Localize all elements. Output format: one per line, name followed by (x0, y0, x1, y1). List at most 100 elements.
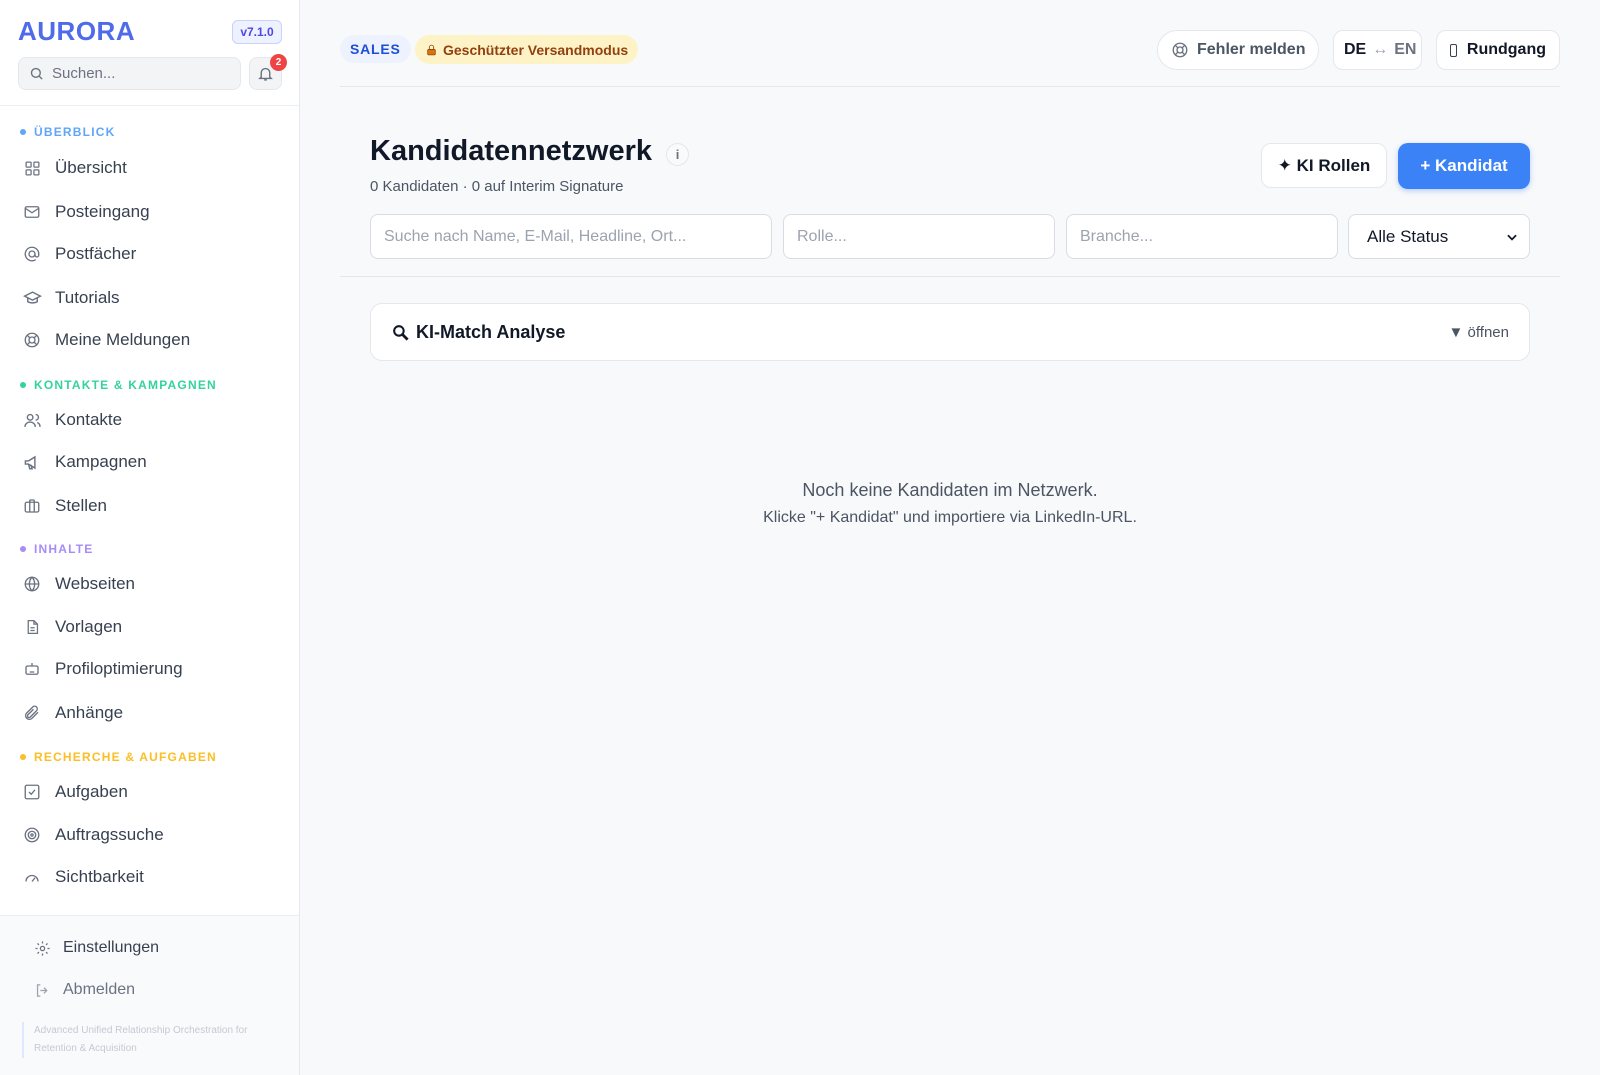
checkbox-icon (22, 782, 42, 802)
search-placeholder: Suchen... (52, 65, 116, 82)
ai-match-panel-toggle[interactable]: ▼ öffnen (1449, 324, 1509, 341)
sidebar-item-postfaecher[interactable]: Postfächer (22, 237, 282, 271)
app-logo[interactable]: AURORA (18, 16, 135, 47)
magnifier-icon (393, 324, 409, 341)
mail-icon (22, 202, 42, 222)
sidebar-item-label: Posteingang (55, 202, 150, 221)
target-icon (22, 825, 42, 845)
sidebar-item-label: Meine Meldungen (55, 330, 191, 349)
notification-count-badge: 2 (270, 54, 287, 71)
sidebar-item-anhaenge[interactable]: Anhänge (22, 696, 282, 730)
version-badge: v7.1.0 (232, 20, 282, 44)
sidebar-item-label: Kampagnen (55, 452, 147, 471)
empty-state: Noch keine Kandidaten im Netzwerk. Klick… (370, 480, 1530, 527)
document-icon (22, 617, 42, 637)
tour-button[interactable]: Rundgang (1436, 30, 1560, 70)
sidebar-item-tutorials[interactable]: Tutorials (22, 281, 282, 315)
ai-match-panel-title: KI-Match Analyse (416, 321, 566, 342)
role-filter-input[interactable]: Rolle... (783, 214, 1055, 259)
logout-icon (36, 983, 48, 997)
sidebar-item-uebersicht[interactable]: Übersicht (22, 151, 282, 185)
section-dot (20, 754, 26, 760)
lifebuoy-icon (22, 330, 42, 350)
grid-icon (22, 158, 42, 178)
sidebar-item-kontakte[interactable]: Kontakte (22, 403, 282, 437)
megaphone-icon (22, 452, 42, 472)
robot-icon (22, 659, 42, 679)
tour-label: Rundgang (1466, 41, 1546, 58)
sidebar-item-label: Webseiten (55, 574, 136, 593)
protected-mode-label: Geschützter Versandmodus (443, 41, 629, 58)
sidebar-item-kampagnen[interactable]: Kampagnen (22, 445, 282, 479)
ai-roles-button[interactable]: ✦ KI Rollen (1261, 143, 1387, 188)
sidebar-item-label: Übersicht (55, 158, 127, 177)
at-icon (22, 244, 42, 264)
industry-filter-input[interactable]: Branche... (1066, 214, 1338, 259)
report-bug-label: Fehler melden (1197, 41, 1306, 58)
protected-mode-badge: Geschützter Versandmodus (415, 35, 639, 64)
users-icon (22, 410, 42, 430)
settings-link[interactable]: Einstellungen (34, 933, 159, 963)
section-label: INHALTE (34, 542, 94, 556)
section-overview: ÜBERBLICK (20, 125, 115, 139)
sidebar-item-label: Kontakte (55, 410, 123, 429)
lifebuoy-icon (1172, 42, 1188, 58)
section-contacts-campaigns: KONTAKTE & KAMPAGNEN (20, 378, 217, 392)
topbar-divider (340, 86, 1560, 87)
sidebar-item-label: Aufgaben (55, 782, 128, 801)
sidebar-item-label: Profiloptimierung (55, 659, 183, 678)
status-select[interactable]: Alle Status (1348, 214, 1530, 259)
sidebar-item-label: Postfächer (55, 244, 137, 263)
settings-label: Einstellungen (63, 939, 160, 956)
globe-icon (22, 574, 42, 594)
empty-state-hint: Klicke "+ Kandidat" und importiere via L… (763, 509, 1137, 526)
ai-match-panel-header: KI-Match Analyse (391, 322, 565, 343)
sidebar-item-aufgaben[interactable]: Aufgaben (22, 775, 282, 809)
sidebar-search-input[interactable]: Suchen... (18, 57, 241, 90)
sidebar-item-sichtbarkeit[interactable]: Sichtbarkeit (22, 860, 282, 894)
brand-tagline: Advanced Unified Relationship Orchestrat… (22, 1022, 272, 1058)
add-candidate-button[interactable]: + Kandidat (1398, 143, 1530, 189)
info-icon[interactable]: i (666, 143, 689, 166)
logout-link[interactable]: Abmelden (34, 975, 135, 1005)
sidebar-item-vorlagen[interactable]: Vorlagen (22, 610, 282, 644)
sidebar-item-label: Auftragssuche (55, 825, 164, 844)
lang-to: EN (1394, 41, 1417, 58)
section-dot (20, 546, 26, 552)
status-select-value: Alle Status (1367, 226, 1449, 246)
empty-state-message: Noch keine Kandidaten im Netzwerk. (802, 480, 1098, 500)
graduation-cap-icon (22, 288, 42, 308)
sidebar-item-webseiten[interactable]: Webseiten (22, 567, 282, 601)
lock-icon (427, 44, 436, 55)
sidebar-item-label: Stellen (55, 496, 107, 515)
section-dot (20, 129, 26, 135)
gear-icon (35, 940, 50, 956)
section-label: KONTAKTE & KAMPAGNEN (34, 378, 217, 392)
sidebar-item-stellen[interactable]: Stellen (22, 489, 282, 523)
sidebar-item-auftragssuche[interactable]: Auftragssuche (22, 818, 282, 852)
page-subtitle: 0 Kandidaten · 0 auf Interim Signature (370, 178, 624, 195)
language-toggle[interactable]: DE ↔ EN (1333, 30, 1422, 70)
notifications-button[interactable]: 2 (249, 54, 287, 90)
sidebar-item-label: Tutorials (55, 288, 120, 307)
report-bug-button[interactable]: Fehler melden (1157, 30, 1320, 70)
sidebar-item-label: Sichtbarkeit (55, 867, 144, 886)
sidebar-item-profiloptimierung[interactable]: Profiloptimierung (22, 652, 282, 686)
content-divider (340, 276, 1560, 277)
ai-match-panel[interactable]: KI-Match Analyse ▼ öffnen (370, 303, 1530, 361)
candidate-search-input[interactable]: Suche nach Name, E-Mail, Headline, Ort..… (370, 214, 772, 259)
sidebar-item-label: Anhänge (55, 703, 124, 722)
section-dot (20, 382, 26, 388)
sidebar-item-label: Vorlagen (55, 617, 123, 636)
gauge-icon (22, 867, 42, 887)
lang-from: DE (1344, 41, 1367, 58)
sidebar: AURORA v7.1.0 Suchen... 2 ÜBERBLICK Über… (0, 0, 300, 1075)
section-content: INHALTE (20, 542, 94, 556)
sidebar-divider (0, 105, 300, 106)
logout-label: Abmelden (63, 981, 136, 998)
chevron-down-icon (1507, 234, 1517, 241)
tagline-text: Advanced Unified Relationship Orchestrat… (34, 1025, 248, 1054)
sidebar-item-posteingang[interactable]: Posteingang (22, 195, 282, 229)
scroll-fade (0, 895, 299, 915)
sidebar-item-meine-meldungen[interactable]: Meine Meldungen (22, 323, 282, 357)
